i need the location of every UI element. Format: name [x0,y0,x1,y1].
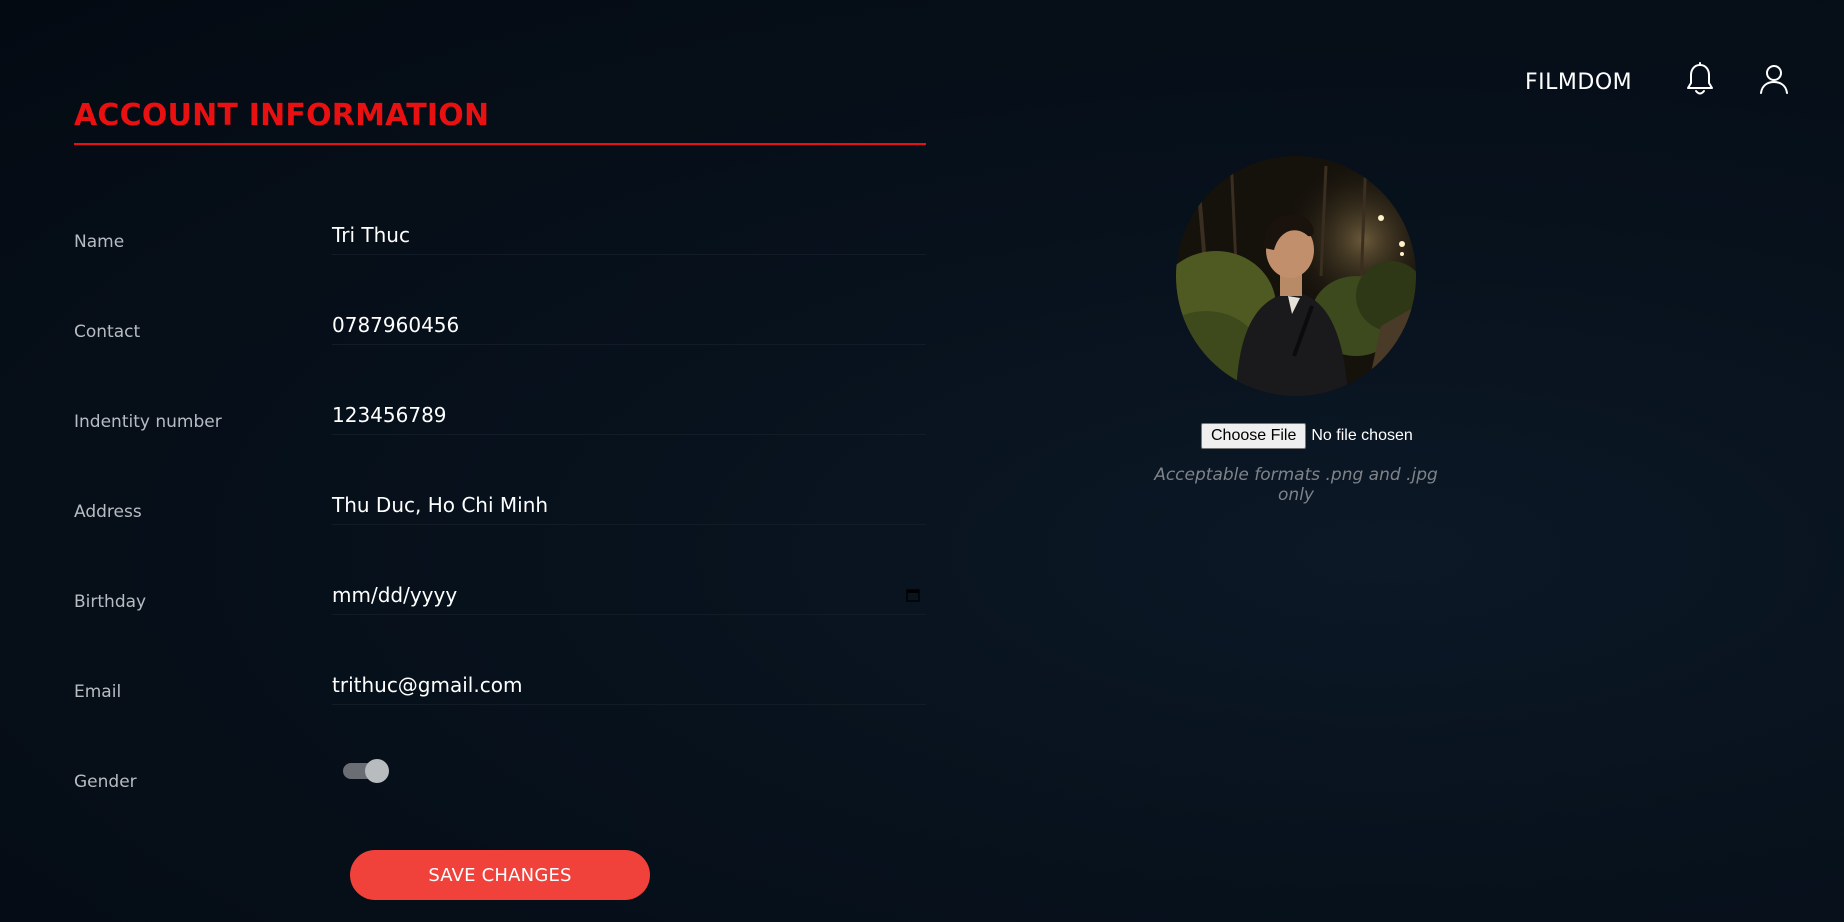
identity-value[interactable]: 123456789 [332,403,447,427]
email-field[interactable]: trithuc@gmail.com [332,660,926,705]
identity-field[interactable]: 123456789 [332,390,926,435]
bell-icon[interactable] [1684,62,1716,98]
contact-row: Contact 0787960456 [74,300,926,360]
address-field[interactable]: Thu Duc, Ho Chi Minh [332,480,926,525]
name-field[interactable]: Tri Thuc [332,210,926,255]
address-label: Address [74,502,142,522]
contact-label: Contact [74,322,141,342]
birthday-field[interactable]: mm/dd/yyyy [332,570,926,615]
contact-value[interactable]: 0787960456 [332,313,459,337]
identity-label: Indentity number [74,412,222,432]
identity-row: Indentity number 123456789 [74,390,926,450]
gender-label: Gender [74,772,137,792]
address-value[interactable]: Thu Duc, Ho Chi Minh [332,493,548,517]
name-value[interactable]: Tri Thuc [332,223,410,247]
toggle-knob[interactable] [365,759,389,783]
address-row: Address Thu Duc, Ho Chi Minh [74,480,926,540]
gender-toggle[interactable] [343,759,389,783]
page-title: ACCOUNT INFORMATION [74,98,490,133]
contact-field[interactable]: 0787960456 [332,300,926,345]
email-label: Email [74,682,122,702]
email-row: Email trithuc@gmail.com [74,660,926,720]
formats-note: Acceptable formats .png and .jpg only [1154,465,1438,505]
email-value[interactable]: trithuc@gmail.com [332,673,522,697]
birthday-row: Birthday mm/dd/yyyy [74,570,926,630]
birthday-label: Birthday [74,592,147,612]
save-changes-button[interactable]: SAVE CHANGES [350,850,650,900]
calendar-icon[interactable] [906,587,920,602]
name-row: Name Tri Thuc [74,210,926,270]
file-upload: Choose File No file chosen [1201,422,1413,450]
title-divider [74,143,926,145]
file-status: No file chosen [1311,427,1413,444]
brand-logo[interactable]: FILMDOM [1525,70,1632,95]
user-icon[interactable] [1758,62,1790,98]
birthday-value[interactable]: mm/dd/yyyy [332,583,457,607]
profile-avatar [1176,156,1416,396]
name-label: Name [74,232,125,252]
gender-row: Gender [74,750,926,810]
choose-file-button[interactable]: Choose File [1201,423,1307,449]
